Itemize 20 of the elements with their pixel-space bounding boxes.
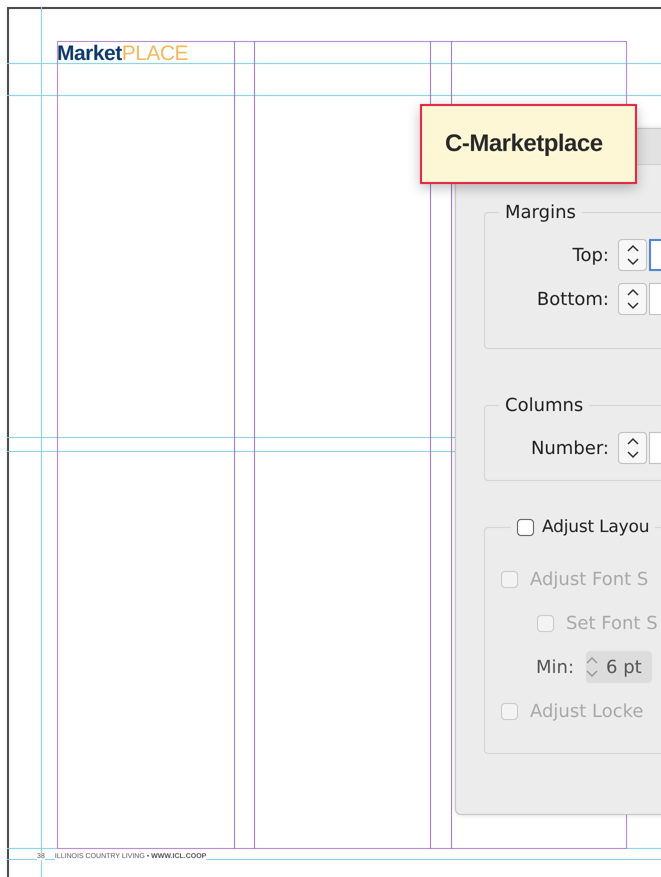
stepper-arrows-icon bbox=[626, 288, 638, 310]
field-label: Min: bbox=[536, 656, 574, 678]
stepper-arrows-icon bbox=[586, 656, 598, 678]
checkbox[interactable] bbox=[517, 518, 534, 536]
group-title: Columns bbox=[505, 395, 584, 416]
field-label: Number: bbox=[530, 438, 610, 458]
checkbox-label: Adjust Font S bbox=[530, 568, 648, 590]
stepper-arrows-icon bbox=[626, 244, 638, 266]
stepper-button[interactable] bbox=[618, 283, 647, 315]
group-title: Margins bbox=[505, 202, 576, 223]
stepper-button[interactable] bbox=[618, 239, 647, 271]
field-label: Bottom: bbox=[536, 288, 610, 310]
logo: MarketPLACE bbox=[57, 42, 188, 66]
stepper-arrows-icon bbox=[626, 437, 638, 459]
field-label: Top: bbox=[572, 244, 610, 266]
tooltip-text: C-Marketplace bbox=[445, 130, 603, 158]
checkbox-label: Adjust Locke bbox=[530, 700, 644, 722]
checkbox-label: Adjust Layou bbox=[542, 517, 650, 537]
checkbox-label: Set Font S bbox=[566, 612, 658, 634]
stepper-button[interactable] bbox=[618, 432, 647, 464]
